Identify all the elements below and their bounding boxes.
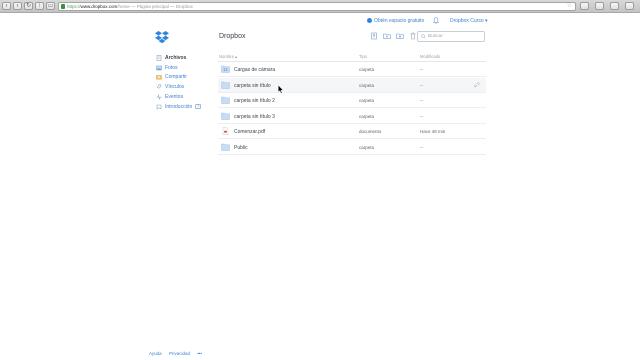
tabs-button[interactable]: ▭ bbox=[46, 2, 55, 10]
folder-icon bbox=[221, 143, 230, 151]
table-row[interactable]: Cargas de cámara carpeta -- bbox=[218, 62, 486, 78]
camera-folder-icon bbox=[221, 65, 230, 73]
help-link[interactable]: Ayuda bbox=[149, 351, 162, 356]
new-folder-icon[interactable] bbox=[383, 32, 391, 40]
file-type: carpeta bbox=[359, 98, 375, 103]
share-link-icon[interactable] bbox=[474, 82, 480, 88]
search-placeholder: Buscar bbox=[428, 34, 443, 39]
lock-icon bbox=[61, 4, 65, 9]
url-path: /home — Página principal — Dropbox bbox=[117, 4, 193, 9]
pdf-icon bbox=[222, 127, 229, 135]
settings-button[interactable] bbox=[625, 2, 634, 10]
sidebar-nav: Archivos Fotos Compartir Vínculos Evento… bbox=[156, 53, 216, 112]
file-type: carpeta bbox=[359, 145, 375, 150]
upload-icon[interactable] bbox=[370, 32, 378, 40]
shared-folder-icon[interactable] bbox=[396, 32, 404, 40]
url-host: www.dropbox.com bbox=[80, 4, 118, 9]
file-name[interactable]: Comenzar.pdf bbox=[234, 129, 265, 135]
sidebar-item-label: Vínculos bbox=[165, 84, 185, 91]
sidebar-item-label: Eventos bbox=[165, 94, 184, 101]
sidebar-item-share[interactable]: Compartir bbox=[156, 73, 216, 83]
sidebar-item-label: Fotos bbox=[165, 64, 178, 71]
extensions-button[interactable] bbox=[595, 2, 604, 10]
mouse-cursor-icon bbox=[278, 85, 284, 94]
file-modified: -- bbox=[420, 145, 423, 150]
downloads-button[interactable] bbox=[580, 2, 589, 10]
reload-button[interactable]: ↻ bbox=[24, 2, 33, 10]
file-modified: -- bbox=[420, 98, 423, 103]
file-type: carpeta bbox=[359, 114, 375, 119]
sidebar-item-intro[interactable]: Introducción 1 bbox=[156, 102, 216, 112]
links-icon bbox=[156, 84, 162, 90]
file-type: documento bbox=[359, 129, 382, 134]
address-bar[interactable]: https://www.dropbox.com/home — Página pr… bbox=[58, 2, 576, 11]
privacy-link[interactable]: Privacidad bbox=[169, 351, 190, 356]
get-free-space-link[interactable]: Obtén espacio gratuito bbox=[367, 18, 424, 24]
file-name[interactable]: carpeta sin título 2 bbox=[234, 98, 275, 104]
file-type: carpeta bbox=[359, 83, 375, 88]
file-name[interactable]: Public bbox=[234, 145, 248, 151]
bookmark-icon[interactable]: ☆ bbox=[567, 3, 572, 10]
intro-icon bbox=[156, 104, 162, 110]
search-icon bbox=[421, 34, 426, 39]
file-name[interactable]: carpeta sin título bbox=[234, 83, 271, 89]
forward-button[interactable]: › bbox=[13, 2, 22, 10]
url-protocol: https:// bbox=[67, 4, 81, 9]
sidebar-item-label: Introducción bbox=[165, 103, 193, 110]
footer-links: Ayuda Privacidad ••• bbox=[149, 351, 208, 356]
folder-icon bbox=[221, 112, 230, 120]
table-row[interactable]: carpeta sin título 2 carpeta -- bbox=[218, 93, 486, 109]
folder-icon bbox=[221, 81, 230, 89]
file-modified: -- bbox=[420, 67, 423, 72]
back-button[interactable]: ‹ bbox=[2, 2, 11, 10]
delete-icon[interactable] bbox=[409, 32, 417, 40]
browser-toolbar: ‹ › ↻ ↑ ▭ https://www.dropbox.com/home —… bbox=[0, 0, 640, 13]
account-menu[interactable]: Dropbox Curso ▾ bbox=[450, 18, 488, 24]
reader-button[interactable] bbox=[610, 2, 619, 10]
files-icon bbox=[156, 55, 162, 61]
file-modified: -- bbox=[420, 114, 423, 119]
page-title: Dropbox bbox=[219, 33, 246, 40]
table-row[interactable]: Comenzar.pdf documento Hace 48 min bbox=[218, 124, 486, 140]
bell-icon[interactable] bbox=[433, 17, 439, 24]
column-header-type[interactable]: Tipo bbox=[359, 54, 367, 59]
file-modified: -- bbox=[420, 83, 423, 88]
photos-icon bbox=[156, 65, 162, 70]
table-row[interactable]: carpeta sin título 3 carpeta -- bbox=[218, 109, 486, 125]
sidebar-item-label: Compartir bbox=[165, 74, 187, 81]
file-toolbar bbox=[370, 32, 417, 42]
column-header-modified[interactable]: Modificado bbox=[420, 54, 440, 59]
share-icon bbox=[156, 75, 162, 80]
dropbox-logo-icon[interactable] bbox=[155, 30, 169, 44]
intro-count-badge: 1 bbox=[195, 104, 202, 110]
table-row[interactable]: carpeta sin título carpeta -- bbox=[218, 78, 486, 94]
column-header-name[interactable]: Nombre ▴ bbox=[219, 54, 237, 59]
table-row[interactable]: Public carpeta -- bbox=[218, 140, 486, 156]
sidebar-item-events[interactable]: Eventos bbox=[156, 92, 216, 102]
upsell-label: Obtén espacio gratuito bbox=[374, 18, 425, 24]
sidebar-item-photos[interactable]: Fotos bbox=[156, 63, 216, 73]
gift-icon bbox=[367, 18, 372, 23]
sidebar-item-links[interactable]: Vínculos bbox=[156, 82, 216, 92]
sidebar-item-files[interactable]: Archivos bbox=[156, 53, 216, 63]
share-page-button[interactable]: ↑ bbox=[35, 2, 44, 10]
events-icon bbox=[156, 94, 162, 101]
folder-icon bbox=[221, 96, 230, 104]
more-link[interactable]: ••• bbox=[197, 351, 202, 356]
file-name[interactable]: carpeta sin título 3 bbox=[234, 114, 275, 120]
search-input[interactable]: Buscar bbox=[417, 31, 485, 42]
file-modified: Hace 48 min bbox=[420, 129, 446, 134]
file-type: carpeta bbox=[359, 67, 375, 72]
file-name[interactable]: Cargas de cámara bbox=[234, 67, 275, 73]
sidebar-item-label: Archivos bbox=[165, 54, 187, 61]
